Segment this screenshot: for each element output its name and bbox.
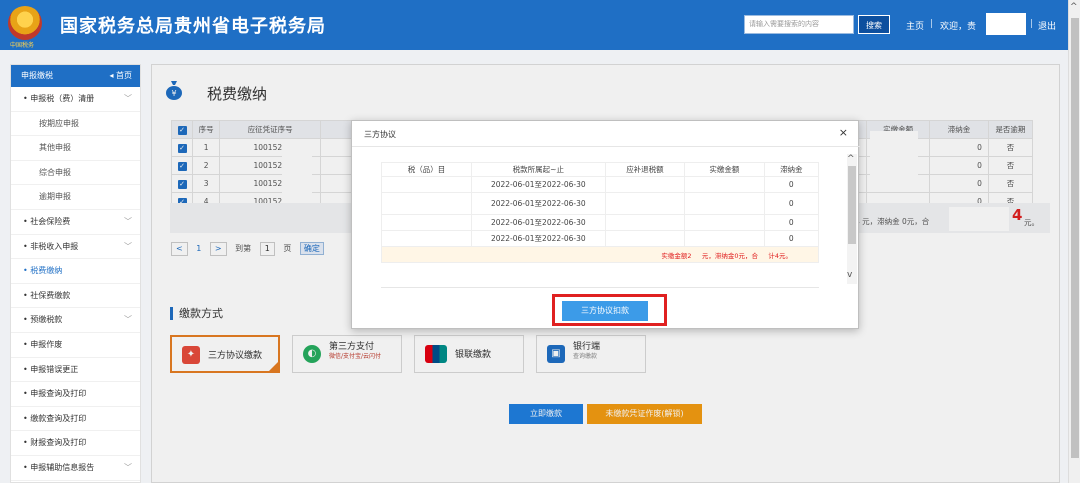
tripartite-modal: 三方协议 × 税（品）目 税款所属起~止 应补退税额 实缴金额 滞纳金 2022…: [351, 120, 860, 329]
cell-period: 2022-06-01至2022-06-30: [470, 176, 606, 193]
modal-note-fee: 元，滞纳金0元，合: [701, 251, 759, 260]
col-header: 税款所属起~止: [470, 162, 606, 177]
logo-caption: 中国税务: [10, 42, 35, 49]
modal-table-header: 税（品）目 税款所属起~止 应补退税额 实缴金额 滞纳金: [381, 162, 820, 177]
site-title: 国家税务总局贵州省电子税务局: [60, 16, 326, 37]
scroll-up-icon[interactable]: ^: [1070, 2, 1078, 12]
sidebar-item-declare-query[interactable]: • 申报查询及打印: [11, 382, 140, 407]
username-redaction: [986, 13, 1026, 35]
welcome-text: 欢迎，贵: [940, 22, 977, 32]
sidebar-item-other[interactable]: 其他申报: [11, 136, 140, 161]
page-scrollbar[interactable]: ^: [1068, 0, 1080, 483]
sidebar-item-prepay[interactable]: • 预缴税款 ﹀: [11, 308, 140, 333]
nav-separator: |: [930, 19, 934, 29]
sidebar-header-label: 申报缴税: [21, 71, 53, 80]
modal-note-total: 计4元。: [768, 251, 792, 260]
sidebar-item-comprehensive[interactable]: 综合申报: [11, 161, 140, 186]
sidebar-home-label[interactable]: 首页: [116, 71, 132, 80]
tripartite-deduct-button[interactable]: 三方协议扣款: [562, 301, 648, 321]
chevron-down-icon: ﹀: [124, 315, 132, 325]
nav-separator: |: [1030, 19, 1034, 29]
table-row: 2022-06-01至2022-06-30 0: [381, 176, 820, 193]
sidebar-item-label: 申报税（费）清册: [30, 94, 95, 103]
scrollbar-thumb[interactable]: [848, 166, 856, 244]
sidebar-item-label: 财报查询及打印: [30, 438, 87, 448]
sidebar-item-label: 非税收入申报: [30, 241, 79, 251]
nav-home-link[interactable]: 主页: [906, 19, 924, 32]
sidebar-home-link[interactable]: ◂ 首页: [109, 65, 132, 87]
sidebar-item-social-fee[interactable]: • 社保费缴款: [11, 284, 140, 309]
cell-late-fee: 0: [763, 192, 820, 215]
scroll-down-icon[interactable]: v: [847, 270, 852, 280]
search-button[interactable]: 搜索: [858, 15, 890, 34]
cell-late-fee: 0: [763, 214, 820, 231]
sidebar-item-payment-query[interactable]: • 缴款查询及打印: [11, 407, 140, 432]
sidebar-item-scheduled[interactable]: 按期应申报: [11, 112, 140, 137]
sidebar-item-label: 预缴税款: [30, 315, 63, 325]
sidebar-item-correction[interactable]: • 申报错误更正: [11, 358, 140, 383]
logout-link[interactable]: 退出: [1038, 19, 1056, 32]
modal-divider: [352, 146, 860, 147]
sidebar-item-declaration-list[interactable]: • 申报税（费）清册 ﹀: [11, 87, 140, 112]
col-header: 实缴金额: [684, 162, 765, 177]
modal-divider: [381, 287, 819, 288]
col-header: 税（品）目: [381, 162, 472, 177]
top-header: 中国税务 国家税务总局贵州省电子税务局 请输入需要搜索的内容 搜索 主页 | 欢…: [0, 0, 1068, 50]
chevron-down-icon: ﹀: [124, 462, 132, 472]
cell-period: 2022-06-01至2022-06-30: [470, 214, 606, 231]
sidebar-item-label: 申报辅助信息报告: [30, 462, 95, 472]
sidebar-item-nontax[interactable]: • 非税收入申报 ﹀: [11, 235, 140, 260]
sidebar-header: 申报缴税 ◂ 首页: [11, 65, 140, 87]
sidebar-item-overdue[interactable]: 逾期申报: [11, 185, 140, 210]
modal-note-paid: 实缴金额2: [661, 251, 692, 260]
sidebar-item-label: 社会保险费: [30, 216, 71, 226]
sidebar-item-aux-report[interactable]: • 申报辅助信息报告 ﹀: [11, 456, 140, 481]
sidebar-item-social-insurance[interactable]: • 社会保险费 ﹀: [11, 210, 140, 235]
sidebar-item-label: 税费缴纳: [30, 266, 63, 276]
table-row: 2022-06-01至2022-06-30 0: [381, 230, 820, 247]
sidebar-item-finance-query[interactable]: • 财报查询及打印: [11, 431, 140, 456]
col-header: 滞纳金: [763, 162, 820, 177]
sidebar-item-label: 社保费缴款: [30, 290, 71, 300]
cell-period: 2022-06-01至2022-06-30: [470, 192, 606, 215]
chevron-down-icon: ﹀: [124, 216, 132, 226]
sidebar: 申报缴税 ◂ 首页 • 申报税（费）清册 ﹀ 按期应申报 其他申报 综合申报 逾期…: [10, 64, 141, 483]
sidebar-item-label: 缴款查询及打印: [30, 413, 87, 423]
sidebar-item-void[interactable]: • 申报作废: [11, 333, 140, 358]
search-input[interactable]: 请输入需要搜索的内容: [744, 15, 854, 34]
sidebar-item-label: 申报错误更正: [30, 364, 79, 374]
col-header: 应补退税额: [604, 162, 686, 177]
cell-period: 2022-06-01至2022-06-30: [470, 230, 606, 247]
scrollbar-thumb[interactable]: [1071, 18, 1079, 458]
cell-late-fee: 0: [763, 176, 820, 193]
table-row: 2022-06-01至2022-06-30 0: [381, 192, 820, 215]
table-row: 2022-06-01至2022-06-30 0: [381, 214, 820, 231]
modal-scrollbar[interactable]: ^ v: [847, 154, 857, 284]
modal-table: 税（品）目 税款所属起~止 应补退税额 实缴金额 滞纳金 2022-06-01至…: [381, 162, 820, 263]
modal-title: 三方协议: [364, 130, 396, 139]
chevron-down-icon: ﹀: [124, 94, 132, 103]
sidebar-item-label: 申报查询及打印: [30, 389, 87, 399]
tax-emblem-logo: [8, 6, 42, 40]
cell-late-fee: 0: [763, 230, 820, 247]
modal-summary-row: 实缴金额2 元，滞纳金0元，合 计4元。: [381, 246, 819, 263]
close-icon[interactable]: ×: [839, 126, 848, 139]
chevron-down-icon: ﹀: [124, 241, 132, 251]
sidebar-item-tax-payment[interactable]: • 税费缴纳: [11, 259, 140, 284]
sidebar-item-label: 申报作废: [30, 339, 63, 349]
scroll-up-icon[interactable]: ^: [847, 154, 855, 164]
